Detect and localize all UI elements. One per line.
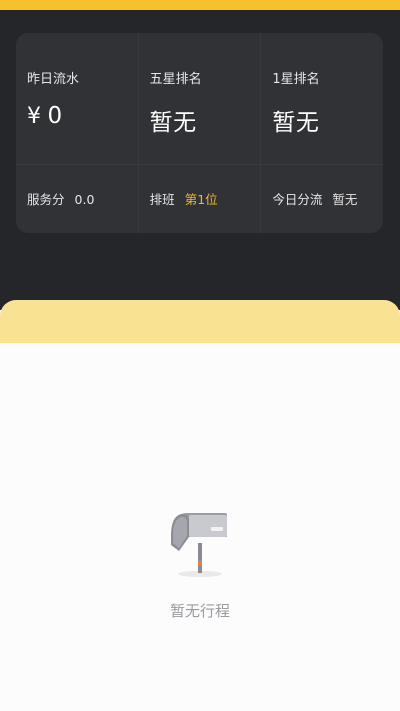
- currency-symbol: ¥: [27, 104, 42, 129]
- stats-bottom-row: 服务分 0.0 排班 第1位 今日分流 暂无: [16, 165, 383, 233]
- five-star-rank-cell[interactable]: 五星排名 暂无: [139, 33, 262, 164]
- today-diversion-cell[interactable]: 今日分流 暂无: [261, 165, 383, 233]
- yesterday-flow-label: 昨日流水: [27, 72, 80, 87]
- empty-trips-text: 暂无行程: [169, 602, 230, 620]
- driver-home-screen: 昨日流水 ¥0 五星排名 暂无 1星排名 暂无 服务分 0.0 排班 第1位 今…: [0, 0, 400, 711]
- today-diversion: 今日分流 暂无: [272, 189, 357, 208]
- stats-top-row: 昨日流水 ¥0 五星排名 暂无 1星排名 暂无: [16, 33, 383, 165]
- yesterday-flow-amount: 0: [47, 103, 63, 129]
- yesterday-flow-cell[interactable]: 昨日流水 ¥0: [16, 33, 139, 164]
- today-diversion-value: 暂无: [332, 192, 358, 207]
- one-star-rank-label: 1星排名: [272, 72, 320, 87]
- service-score-value: 0.0: [74, 192, 95, 207]
- stats-card: 昨日流水 ¥0 五星排名 暂无 1星排名 暂无 服务分 0.0 排班 第1位 今…: [16, 33, 383, 233]
- five-star-rank-value: 暂无: [149, 110, 197, 136]
- service-score-label: 服务分: [27, 192, 65, 207]
- service-score: 服务分 0.0: [27, 189, 94, 208]
- top-accent-strip: [0, 0, 400, 10]
- empty-trips-state: 暂无行程: [0, 505, 400, 620]
- mailbox-icon: [165, 505, 235, 580]
- schedule: 排班 第1位: [150, 189, 218, 208]
- yesterday-flow-value: ¥0: [27, 103, 63, 129]
- schedule-value: 第1位: [184, 192, 218, 207]
- schedule-cell[interactable]: 排班 第1位: [139, 165, 262, 233]
- one-star-rank-value: 暂无: [272, 110, 320, 136]
- one-star-rank-cell[interactable]: 1星排名 暂无: [261, 33, 383, 164]
- service-score-cell[interactable]: 服务分 0.0: [16, 165, 139, 233]
- schedule-label: 排班: [149, 192, 175, 207]
- today-diversion-label: 今日分流: [272, 192, 323, 207]
- five-star-rank-label: 五星排名: [149, 72, 202, 87]
